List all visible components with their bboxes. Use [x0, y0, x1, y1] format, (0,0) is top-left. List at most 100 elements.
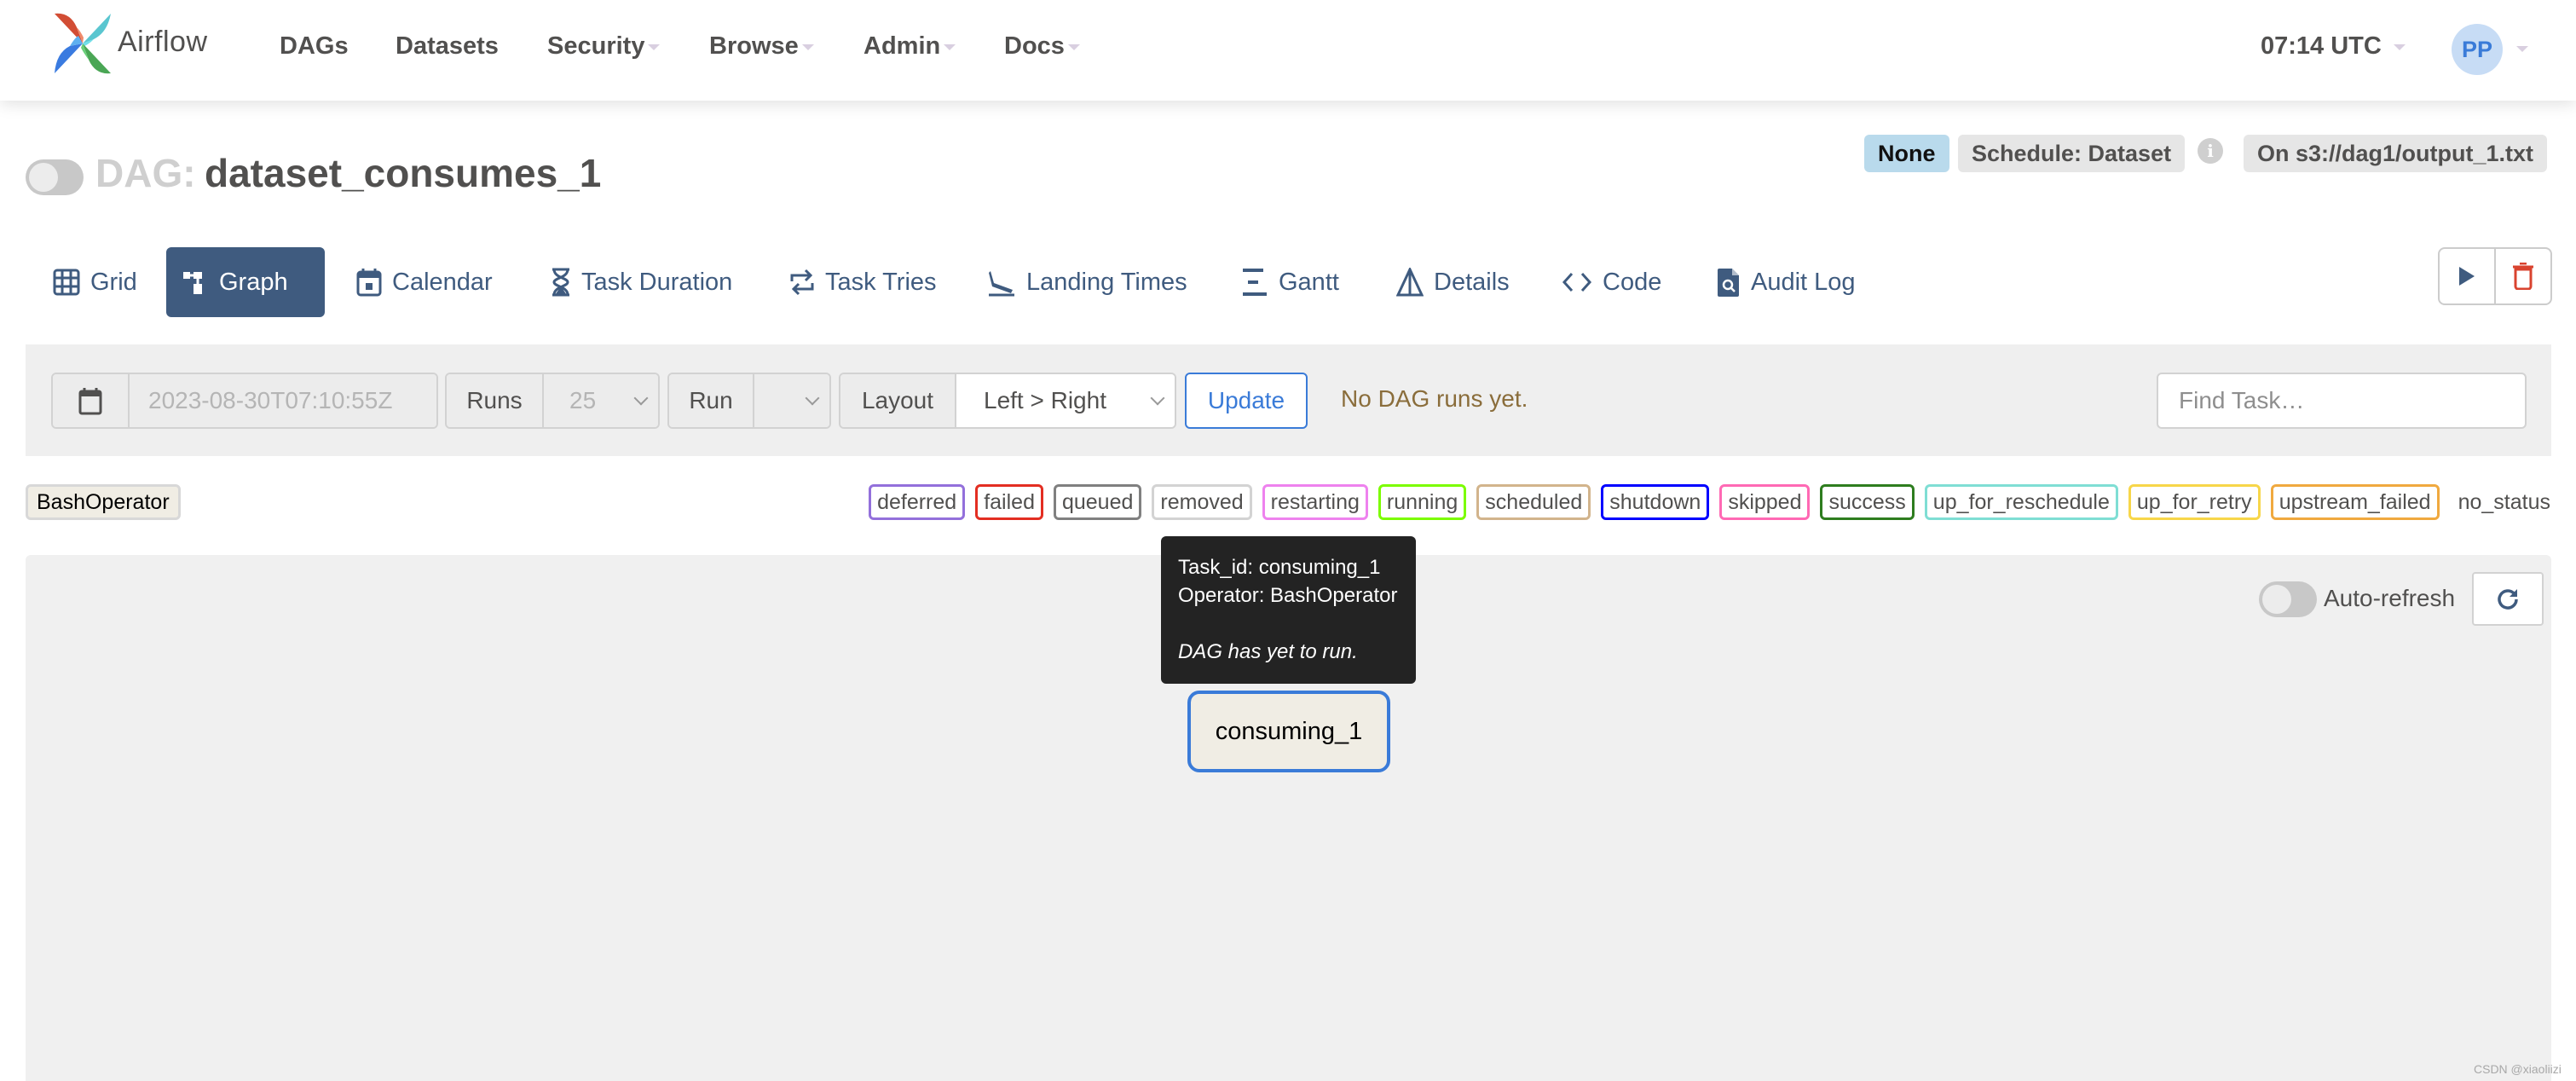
dag-pause-toggle[interactable] — [26, 159, 84, 195]
graph-icon — [183, 272, 202, 294]
status-message: No DAG runs yet. — [1341, 385, 1528, 412]
plane-landing-icon — [989, 271, 1014, 297]
brand-name[interactable]: Airflow — [118, 26, 208, 59]
chevron-down-icon — [1150, 390, 1165, 406]
tooltip-task-id: Task_id: consuming_1 — [1178, 556, 1381, 579]
tab-calendar[interactable]: Calendar — [341, 247, 508, 317]
auto-refresh-label: Auto-refresh — [2324, 585, 2456, 611]
nav-dags[interactable]: DAGs — [280, 32, 349, 61]
operator-legend-chip[interactable]: BashOperator — [26, 484, 181, 520]
legend-state-skipped[interactable]: skipped — [1719, 484, 1811, 520]
tab-landing-times[interactable]: Landing Times — [972, 247, 1203, 317]
nav-datasets[interactable]: Datasets — [396, 32, 499, 61]
runs-select[interactable]: 25 — [544, 374, 658, 427]
caret-down-icon — [1067, 43, 1080, 50]
tab-label: Task Duration — [581, 268, 733, 296]
tab-label: Graph — [219, 268, 288, 296]
runs-select-group: Runs 25 — [445, 373, 660, 429]
tab-label: Gantt — [1279, 268, 1339, 296]
base-date-input[interactable]: 2023-08-30T07:10:55Z — [130, 374, 436, 427]
legend-state-no-status[interactable]: no_status — [2450, 490, 2550, 515]
airflow-logo-icon[interactable] — [49, 12, 116, 75]
hourglass-icon — [552, 268, 569, 297]
legend-state-running[interactable]: running — [1378, 484, 1467, 520]
tab-details[interactable]: Details — [1381, 247, 1525, 317]
top-navbar: Airflow DAGs Datasets Security Browse Ad… — [0, 0, 2576, 101]
layout-value: Left > Right — [984, 387, 1106, 413]
layout-select[interactable]: Left > Right — [956, 374, 1175, 427]
run-select[interactable] — [754, 374, 829, 427]
runs-value: 25 — [569, 387, 597, 413]
tab-gantt[interactable]: Gantt — [1226, 247, 1354, 317]
timezone-dropdown[interactable]: 07:14 UTC — [2261, 32, 2406, 61]
legend-state-failed[interactable]: failed — [975, 484, 1043, 520]
legend-state-up-for-reschedule[interactable]: up_for_reschedule — [1924, 484, 2118, 520]
refresh-button[interactable] — [2472, 572, 2544, 626]
layout-select-group: Layout Left > Right — [839, 373, 1176, 429]
audit-log-icon — [1718, 269, 1739, 297]
info-icon[interactable]: i — [2198, 138, 2223, 164]
dag-actions — [2438, 247, 2552, 305]
legend-state-restarting[interactable]: restarting — [1262, 484, 1368, 520]
trash-icon — [2513, 263, 2533, 290]
toggle-knob — [2262, 585, 2291, 614]
legend-state-upstream-failed[interactable]: upstream_failed — [2270, 484, 2440, 520]
task-node[interactable]: consuming_1 — [1187, 691, 1390, 772]
calendar-icon[interactable] — [53, 374, 130, 427]
tab-label: Audit Log — [1751, 268, 1856, 296]
legend-state-queued[interactable]: queued — [1053, 484, 1142, 520]
tab-label: Code — [1603, 268, 1662, 296]
watermark: CSDN @xiaoliizi — [2474, 1062, 2562, 1076]
time-label: 07:14 UTC — [2261, 32, 2382, 60]
runs-label: Runs — [447, 374, 544, 427]
nav-docs-label: Docs — [1004, 32, 1065, 60]
dag-run-status-badge: None — [1864, 135, 1949, 172]
tab-task-duration[interactable]: Task Duration — [535, 247, 748, 317]
base-date-picker[interactable]: 2023-08-30T07:10:55Z — [51, 373, 438, 429]
nav-admin[interactable]: Admin — [863, 32, 956, 61]
auto-refresh-toggle[interactable] — [2259, 581, 2317, 617]
tab-grid[interactable]: Grid — [38, 247, 153, 317]
legend-state-scheduled[interactable]: scheduled — [1476, 484, 1591, 520]
trigger-dag-button[interactable] — [2440, 249, 2494, 303]
dataset-trigger-badge[interactable]: On s3://dag1/output_1.txt — [2244, 135, 2548, 172]
tab-label: Task Tries — [825, 268, 937, 296]
tab-audit-log[interactable]: Audit Log — [1701, 247, 1871, 317]
caret-down-icon — [801, 43, 814, 50]
details-icon — [1396, 268, 1424, 297]
schedule-badge: Schedule: Dataset — [1958, 135, 2186, 172]
nav-datasets-label: Datasets — [396, 32, 499, 60]
legend-state-shutdown[interactable]: shutdown — [1601, 484, 1710, 520]
nav-security[interactable]: Security — [547, 32, 661, 61]
caret-down-icon — [648, 43, 661, 50]
legend-state-deferred[interactable]: deferred — [869, 484, 966, 520]
find-task-input[interactable] — [2157, 373, 2527, 429]
nav-browse[interactable]: Browse — [709, 32, 814, 61]
user-menu-caret-icon[interactable] — [2516, 46, 2528, 52]
tab-label: Details — [1434, 268, 1510, 296]
tooltip-operator: Operator: BashOperator — [1178, 584, 1398, 607]
run-label: Run — [669, 374, 754, 427]
tab-code[interactable]: Code — [1546, 247, 1677, 317]
delete-dag-button[interactable] — [2494, 249, 2550, 303]
nav-dags-label: DAGs — [280, 32, 349, 60]
tab-task-tries[interactable]: Task Tries — [774, 247, 952, 317]
calendar-icon — [356, 269, 382, 297]
legend-state-removed[interactable]: removed — [1152, 484, 1252, 520]
retry-icon — [790, 269, 814, 296]
legend-state-success[interactable]: success — [1820, 484, 1915, 520]
legend-state-up-for-retry[interactable]: up_for_retry — [2128, 484, 2261, 520]
tab-label: Grid — [90, 268, 137, 296]
tab-label: Calendar — [392, 268, 493, 296]
dag-title[interactable]: dataset_consumes_1 — [205, 150, 601, 196]
chevron-down-icon — [633, 390, 649, 406]
update-button[interactable]: Update — [1185, 373, 1308, 429]
chevron-down-icon — [805, 390, 820, 406]
caret-down-icon — [944, 43, 956, 50]
user-avatar[interactable]: PP — [2452, 24, 2503, 75]
nav-docs[interactable]: Docs — [1004, 32, 1080, 61]
run-select-group: Run — [667, 373, 831, 429]
tab-graph[interactable]: Graph — [166, 247, 325, 317]
layout-label: Layout — [840, 374, 956, 427]
nav-browse-label: Browse — [709, 32, 799, 60]
